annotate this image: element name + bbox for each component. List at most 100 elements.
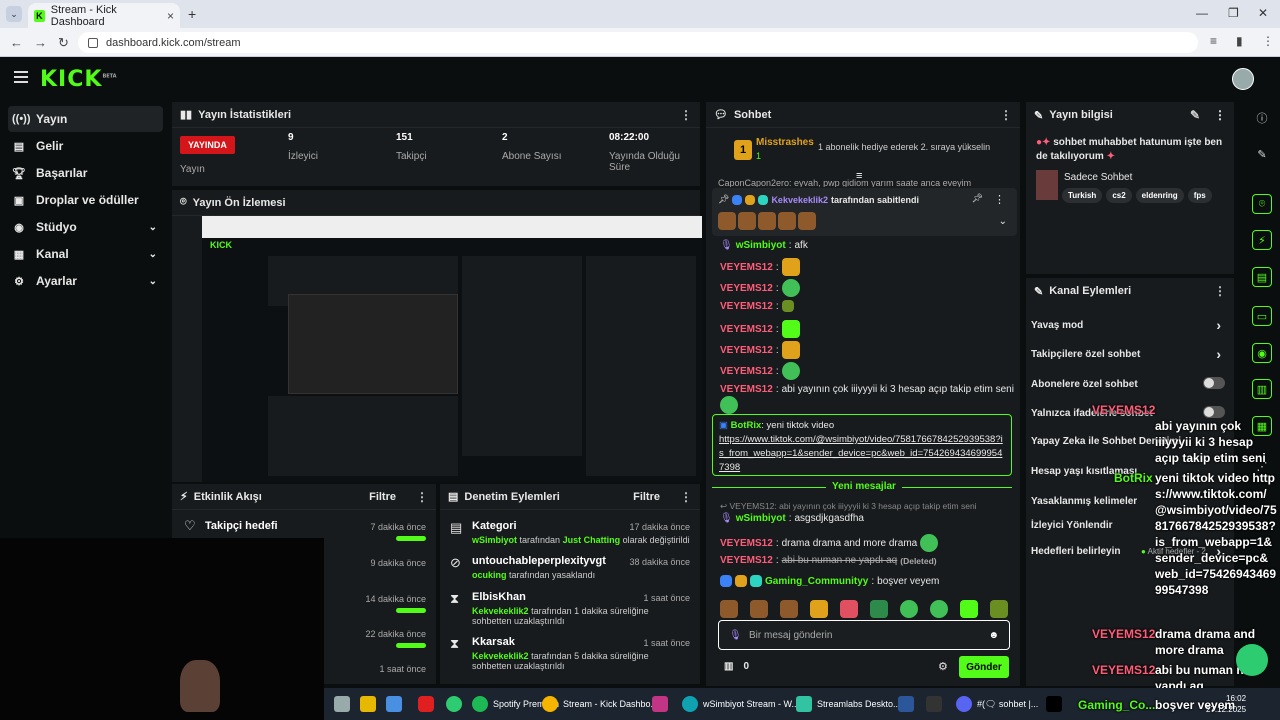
chevron-down-icon[interactable]: ⌄ [999, 216, 1007, 227]
emote-icon[interactable] [960, 600, 978, 618]
kick-logo[interactable]: KICKBETA [40, 67, 117, 92]
sidebar-item-gelir[interactable]: ▤ Gelir [8, 133, 163, 159]
window-icon[interactable] [334, 696, 350, 712]
tag[interactable]: Turkish [1062, 188, 1103, 203]
browser-menu-icon[interactable]: ⋮ [1262, 34, 1274, 48]
browser-tab[interactable]: K Stream - Kick Dashboard × [28, 3, 180, 28]
document-icon[interactable]: ▤ [1252, 267, 1272, 287]
app-icon[interactable] [926, 696, 942, 712]
new-tab-icon[interactable]: + [188, 6, 196, 22]
chat-icon[interactable]: ▭ [1252, 306, 1272, 326]
top-gifter-name[interactable]: Misstrashes [756, 137, 814, 148]
action-followers-only[interactable]: Takipçilere özel sohbet › [1031, 346, 1231, 362]
chat-username[interactable]: VEYEMS12 [720, 301, 773, 312]
outlook-icon[interactable] [898, 696, 914, 712]
reload-icon[interactable]: ↻ [58, 35, 69, 51]
tiktok-icon[interactable] [1046, 696, 1062, 712]
bolt-icon[interactable]: ⚡︎ [1252, 230, 1272, 250]
more-icon[interactable]: ⋮ [994, 193, 1005, 206]
chat-username[interactable]: VEYEMS12 [720, 384, 773, 395]
taskbar-streamlabs[interactable]: Streamlabs Deskto... [796, 695, 901, 713]
moderator-name[interactable]: Kekvekeklik2 [472, 651, 529, 661]
sidebar-item-droplar[interactable]: ▣ Droplar ve ödüller [8, 187, 163, 213]
channel-points[interactable]: ▥ 0 [724, 661, 749, 672]
emote-icon[interactable] [870, 600, 888, 618]
tag[interactable]: fps [1187, 188, 1212, 203]
chat-username[interactable]: VEYEMS12 [720, 262, 773, 273]
menu-icon[interactable] [14, 71, 28, 83]
minimize-icon[interactable]: — [1196, 6, 1208, 20]
chat-username[interactable]: wSimbiyot [736, 240, 786, 251]
chat-username[interactable]: VEYEMS12 [720, 324, 773, 335]
more-icon[interactable]: ⋮ [1000, 108, 1012, 122]
window-close-icon[interactable]: ✕ [1258, 6, 1268, 20]
pencil-icon[interactable]: ✎ [1252, 144, 1272, 164]
emote-icon[interactable] [750, 600, 768, 618]
layout-icon[interactable]: ▥ [1252, 379, 1272, 399]
sidebar-item-studyo[interactable]: ◉ Stüdyo ⌄ [8, 214, 163, 240]
system-clock[interactable]: 16:02 27.12.2025 [1206, 693, 1246, 715]
extension-icon[interactable]: ▮ [1236, 34, 1243, 48]
url-field[interactable]: dashboard.kick.com/stream [78, 32, 1198, 53]
info-icon[interactable]: ⓘ [1252, 108, 1272, 128]
emote-icon[interactable] [780, 600, 798, 618]
moderator-name[interactable]: wSimbiyot [472, 535, 517, 545]
chat-message-input[interactable]: 🎙︎ Bir mesaj gönderin ☻ [718, 620, 1010, 650]
filter-button[interactable]: Filtre [633, 491, 660, 503]
more-icon[interactable]: ⋮ [680, 490, 692, 504]
taskbar-edge[interactable]: wSimbiyot Stream - W... [682, 695, 799, 713]
send-button[interactable]: Gönder [959, 656, 1009, 678]
emoji-icon[interactable]: ☻ [988, 630, 999, 641]
chat-username[interactable]: VEYEMS12 [720, 283, 773, 294]
chat-link[interactable]: https://www.tiktok.com/@wsimbiyot/video/… [719, 434, 1003, 473]
toggle-switch[interactable] [1203, 406, 1225, 418]
youtube-icon[interactable] [418, 696, 434, 712]
pinned-user[interactable]: Kekvekeklik2 [771, 195, 828, 205]
folder-icon[interactable] [360, 696, 376, 712]
more-icon[interactable]: ⋮ [1214, 108, 1226, 122]
site-info-icon[interactable] [88, 37, 98, 48]
taskbar-chrome[interactable]: Stream - Kick Dashbo... [542, 695, 658, 713]
emote-icon[interactable] [930, 600, 948, 618]
broadcast-icon[interactable]: ◉ [1252, 343, 1272, 363]
emote-icon[interactable] [990, 600, 1008, 618]
sidebar-item-basarilar[interactable]: 🏆︎ Başarılar [8, 160, 163, 186]
tag[interactable]: eldenring [1135, 188, 1184, 203]
filter-button[interactable]: Filtre [369, 491, 396, 503]
emote-icon[interactable] [810, 600, 828, 618]
unpin-icon[interactable]: 📌︎ [972, 193, 983, 204]
action-slow-mode[interactable]: Yavaş mod › [1031, 317, 1231, 333]
emote-icon[interactable] [840, 600, 858, 618]
user-avatar[interactable] [1232, 68, 1254, 90]
chat-settings-icon[interactable]: ⚙ [938, 660, 948, 673]
more-icon[interactable]: ⋮ [416, 490, 428, 504]
playlist-icon[interactable]: ≡ [1210, 34, 1217, 48]
chat-username[interactable]: VEYEMS12 [720, 538, 773, 549]
chat-username[interactable]: BotRix [731, 420, 762, 431]
chat-username[interactable]: Gaming_Communityy [765, 576, 868, 587]
instagram-icon[interactable] [652, 696, 668, 712]
taskbar-discord[interactable]: #(🗨 sohbet |... [956, 695, 1038, 713]
chat-username[interactable]: wSimbiyot [736, 513, 786, 524]
forward-icon[interactable]: → [34, 35, 47, 50]
tag[interactable]: cs2 [1106, 188, 1132, 203]
maximize-icon[interactable]: ❐ [1228, 6, 1239, 20]
sidebar-item-yayin[interactable]: ((•)) Yayın [8, 106, 163, 132]
tab-close-icon[interactable]: × [167, 9, 174, 23]
emote-icon[interactable] [720, 600, 738, 618]
more-icon[interactable]: ⋮ [680, 108, 692, 122]
support-chat-icon[interactable] [1236, 644, 1268, 676]
chat-username[interactable]: VEYEMS12 [720, 555, 773, 566]
chat-username[interactable]: VEYEMS12 [720, 345, 773, 356]
category-name[interactable]: Sadece Sohbet [1064, 172, 1132, 183]
capture-icon[interactable]: ⌾ [1252, 194, 1272, 214]
tab-list-icon[interactable]: ⌄ [6, 6, 22, 22]
more-icon[interactable]: ⋮ [1214, 284, 1226, 298]
edit-icon[interactable]: ✎ [1190, 108, 1200, 122]
stream-preview-video[interactable]: KICK [202, 216, 702, 482]
sidebar-item-kanal[interactable]: ▦ Kanal ⌄ [8, 241, 163, 267]
moderator-name[interactable]: Kekvekeklik2 [472, 606, 529, 616]
chat-username[interactable]: VEYEMS12 [720, 366, 773, 377]
moderator-name[interactable]: ocuking [472, 570, 507, 580]
sidebar-item-ayarlar[interactable]: ⚙ Ayarlar ⌄ [8, 268, 163, 294]
